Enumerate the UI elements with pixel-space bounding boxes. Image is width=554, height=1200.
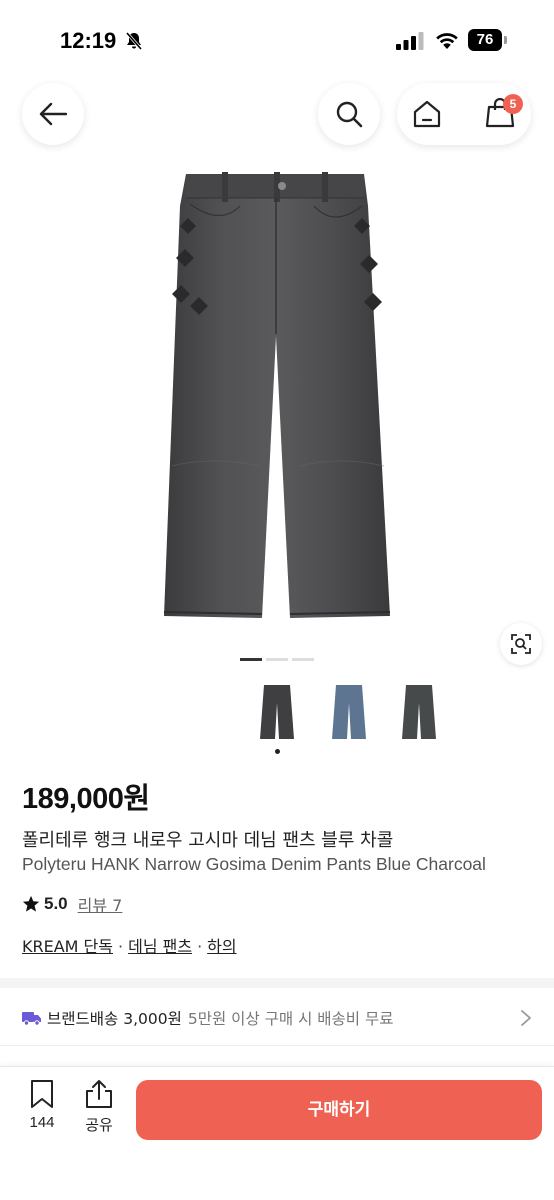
rating-row: 5.0 리뷰 7 [22, 892, 122, 916]
back-button[interactable] [22, 83, 84, 145]
rating-value: 5.0 [44, 894, 68, 913]
carousel-dot [292, 658, 314, 661]
category-breadcrumb: KREAM 단독 · 데님 팬츠 · 하의 [22, 933, 237, 957]
bookmark-count: 144 [29, 1114, 55, 1131]
battery-tip [504, 36, 507, 44]
bell-muted-icon [125, 32, 143, 50]
bookmark-icon [31, 1080, 53, 1108]
share-label[interactable]: 공유 [78, 1114, 120, 1135]
thumbnail-dark[interactable] [400, 683, 438, 741]
truck-icon [22, 1012, 41, 1026]
product-title-english: Polyteru HANK Narrow Gosima Denim Pants … [22, 854, 486, 874]
visual-search-button[interactable] [500, 623, 542, 665]
shipping-free-note: 5만원 이상 구매 시 배송비 무료 [187, 1010, 394, 1028]
thumbnail-charcoal[interactable] [258, 683, 296, 741]
divider [0, 1045, 554, 1046]
section-divider [0, 978, 554, 988]
search-button[interactable] [318, 83, 380, 145]
arrow-left-icon [39, 102, 67, 126]
home-cart-group [397, 83, 531, 145]
cart-count-badge: 5 [503, 94, 523, 114]
review-link[interactable]: 리뷰 7 [78, 892, 123, 916]
search-icon [336, 101, 363, 128]
battery-indicator: 76 [468, 29, 508, 51]
lens-search-icon [511, 634, 531, 654]
buy-button[interactable]: 구매하기 [136, 1080, 542, 1140]
category-separator: · [197, 937, 203, 956]
carousel-dot-active [240, 658, 262, 661]
carousel-dot [266, 658, 288, 661]
product-image[interactable] [150, 166, 404, 622]
category-kream-exclusive[interactable]: KREAM 단독 [22, 937, 113, 956]
home-icon[interactable] [413, 100, 441, 128]
cellular-signal-icon [396, 32, 424, 50]
bookmark-button[interactable] [24, 1079, 60, 1114]
battery-level: 76 [468, 29, 502, 51]
chevron-right-icon [521, 1010, 531, 1026]
star-icon [22, 895, 40, 912]
category-denim-pants[interactable]: 데님 팬츠 [128, 937, 192, 956]
status-bar: 12:19 76 [0, 0, 554, 80]
shipping-fee: 브랜드배송 3,000원 [47, 1010, 182, 1028]
category-separator: · [118, 937, 124, 956]
share-icon[interactable] [85, 1079, 113, 1109]
thumbnail-selected-dot [275, 749, 280, 754]
wifi-icon [436, 33, 458, 49]
shipping-info-row[interactable]: 브랜드배송 3,000원 5만원 이상 구매 시 배송비 무료 [22, 1003, 532, 1033]
status-time: 12:19 [60, 28, 117, 53]
thumbnail-blue[interactable] [330, 683, 368, 741]
category-bottoms[interactable]: 하의 [207, 937, 236, 956]
product-price: 189,000원 [22, 783, 150, 815]
product-title-korean: 폴리테루 행크 내로우 고시마 데님 팬츠 블루 차콜 [22, 830, 394, 851]
